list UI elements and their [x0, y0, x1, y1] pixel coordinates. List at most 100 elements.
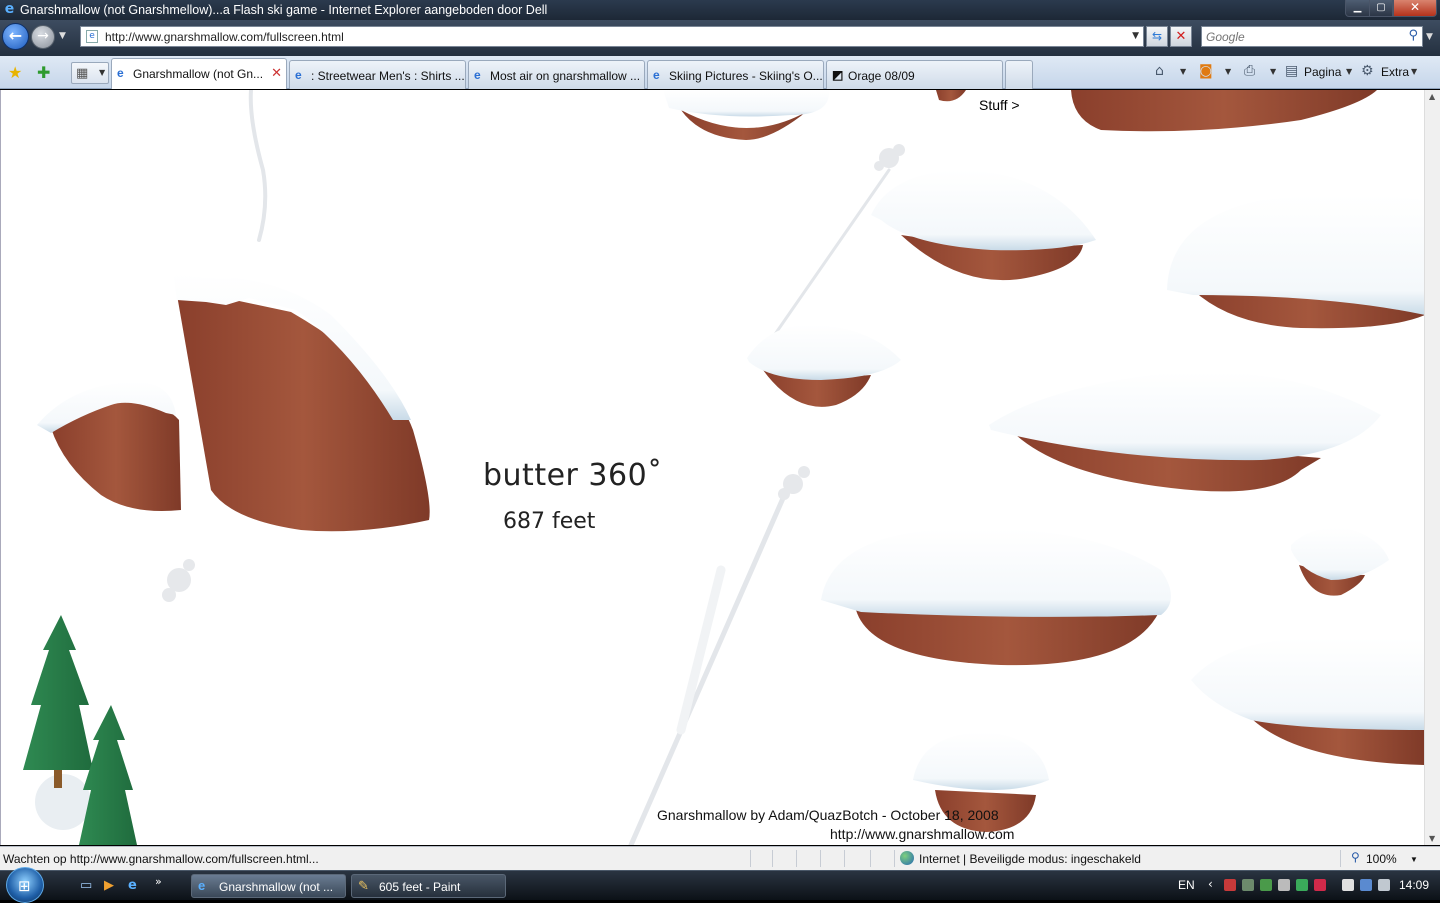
address-toolbar: ← → ▼ e http://www.gnarshmallow.com/full… — [0, 20, 1440, 56]
stop-icon: ✕ — [1175, 29, 1187, 44]
tools-dropdown-icon[interactable]: ▼ — [1411, 67, 1417, 76]
tray-app-icon[interactable] — [1278, 879, 1290, 891]
add-favorites-icon[interactable]: ✚ — [37, 63, 50, 82]
windows-taskbar: ⊞ ▭ ▶ e » e Gnarshmallow (not ... ✎ 605 … — [0, 867, 1440, 903]
page-icon: e — [86, 30, 98, 43]
zoom-icon[interactable]: ⚲ — [1351, 850, 1360, 864]
stop-button[interactable]: ✕ — [1170, 26, 1192, 47]
taskbar-item-label: Gnarshmallow (not ... — [219, 880, 334, 894]
tray-expand-icon[interactable]: ‹ — [1208, 877, 1213, 891]
tray-app-icon[interactable] — [1242, 879, 1254, 891]
tray-app-icon[interactable] — [1314, 879, 1326, 891]
page-menu-dropdown-icon[interactable]: ▼ — [1346, 67, 1352, 76]
media-player-icon[interactable]: ▶ — [104, 878, 114, 893]
maximize-button[interactable]: ▢ — [1369, 0, 1393, 17]
security-zone-text[interactable]: Internet | Beveiligde modus: ingeschakel… — [919, 852, 1141, 866]
zoom-dropdown-icon[interactable]: ▼ — [1410, 855, 1418, 864]
refresh-icon: ⇆ — [1151, 29, 1163, 43]
credit-url[interactable]: http://www.gnarshmallow.com — [830, 826, 1014, 842]
tab-list-dropdown-icon[interactable]: ▼ — [99, 68, 105, 77]
status-divider — [1340, 850, 1341, 867]
feeds-icon[interactable]: ◙ — [1199, 63, 1213, 79]
feeds-dropdown-icon[interactable]: ▼ — [1225, 67, 1231, 76]
tab-most-air[interactable]: e Most air on gnarshmallow ... — [468, 60, 645, 89]
status-divider — [870, 850, 871, 867]
orage-icon: ◩ — [832, 68, 844, 82]
new-tab-button[interactable] — [1005, 60, 1033, 89]
tray-app-icon[interactable] — [1260, 879, 1272, 891]
tab-label: Orage 08/09 — [848, 69, 915, 83]
tab-label: Skiing Pictures - Skiing's O... — [669, 69, 823, 83]
tab-close-icon[interactable]: ✕ — [271, 65, 282, 81]
taskbar-item-paint[interactable]: ✎ 605 feet - Paint — [351, 874, 506, 898]
window-title-bar[interactable]: e Gnarshmallow (not Gnarshmellow)...a Fl… — [0, 0, 1440, 20]
tab-label: Gnarshmallow (not Gn... — [133, 67, 264, 81]
tab-gnarshmallow[interactable]: e Gnarshmallow (not Gn... ✕ — [111, 58, 287, 89]
snow-mounds — [663, 90, 1424, 832]
recent-pages-dropdown[interactable]: ▼ — [59, 31, 66, 41]
taskbar-item-label: 605 feet - Paint — [379, 880, 461, 894]
address-dropdown-icon[interactable]: ▼ — [1132, 31, 1139, 41]
scroll-up-icon[interactable]: ▲ — [1429, 92, 1435, 101]
home-dropdown-icon[interactable]: ▼ — [1180, 67, 1186, 76]
ie-page-icon: e — [117, 66, 124, 80]
credit-text: Gnarshmallow by Adam/QuazBotch - October… — [657, 807, 999, 823]
taskbar-item-ie[interactable]: e Gnarshmallow (not ... — [191, 874, 346, 898]
network-icon[interactable] — [1360, 879, 1372, 891]
trick-distance: 687 feet — [503, 509, 596, 534]
ie-logo-icon: e — [4, 1, 15, 17]
start-button[interactable]: ⊞ — [6, 867, 44, 903]
game-viewport[interactable]: butter 360˚ 687 feet Stuff > Gnarshmallo… — [0, 90, 1424, 845]
home-icon[interactable]: ⌂ — [1155, 63, 1164, 79]
tab-label: Most air on gnarshmallow ... — [490, 69, 641, 83]
status-divider — [750, 850, 751, 867]
tray-app-icon[interactable] — [1296, 879, 1308, 891]
ie-page-icon: e — [295, 68, 302, 82]
tools-menu-button[interactable]: Extra — [1381, 65, 1409, 79]
zoom-level[interactable]: 100% — [1366, 852, 1397, 866]
vertical-scrollbar[interactable]: ▲ ▼ — [1424, 90, 1440, 845]
back-button[interactable]: ← — [2, 23, 29, 50]
stuff-link[interactable]: Stuff > — [979, 97, 1020, 113]
tab-streetwear[interactable]: e : Streetwear Men's : Shirts ... — [289, 60, 466, 89]
search-field[interactable]: ⚲ — [1201, 26, 1423, 47]
clock[interactable]: 14:09 — [1399, 878, 1429, 892]
scroll-down-icon[interactable]: ▼ — [1429, 834, 1435, 843]
trick-name: butter 360˚ — [483, 458, 663, 493]
tab-skiing-pictures[interactable]: e Skiing Pictures - Skiing's O... — [647, 60, 824, 89]
tray-app-icon[interactable] — [1224, 879, 1236, 891]
minimize-button[interactable]: ▁ — [1345, 0, 1370, 17]
search-input[interactable] — [1206, 29, 1396, 44]
show-desktop-icon[interactable]: ▭ — [80, 878, 92, 893]
internet-zone-globe-icon[interactable] — [900, 851, 914, 865]
print-icon[interactable]: ⎙ — [1244, 63, 1255, 79]
close-button[interactable]: ✕ — [1393, 0, 1437, 17]
windows-flag-icon: ⊞ — [18, 877, 31, 895]
refresh-button[interactable]: ⇆ — [1146, 26, 1168, 47]
tab-label: : Streetwear Men's : Shirts ... — [311, 69, 465, 83]
quick-tabs-icon: ▦ — [76, 66, 89, 81]
forward-button[interactable]: → — [31, 25, 55, 49]
tab-bar: ★ ✚ ▦ ▼ e Gnarshmallow (not Gn... ✕ e : … — [0, 56, 1440, 89]
search-icon[interactable]: ⚲ — [1408, 28, 1418, 43]
quicklaunch-overflow-icon[interactable]: » — [155, 875, 162, 888]
status-divider — [772, 850, 773, 867]
page-menu-button[interactable]: Pagina — [1304, 65, 1341, 79]
forward-arrow-icon: → — [37, 28, 49, 44]
window-title: Gnarshmallow (not Gnarshmellow)...a Flas… — [20, 3, 548, 17]
ie-quicklaunch-icon[interactable]: e — [128, 878, 137, 893]
status-divider — [844, 850, 845, 867]
search-options-dropdown[interactable]: ▼ — [1426, 32, 1433, 42]
print-dropdown-icon[interactable]: ▼ — [1270, 67, 1276, 76]
address-field[interactable]: e http://www.gnarshmallow.com/fullscreen… — [80, 26, 1144, 47]
cliff-rock — [37, 272, 430, 532]
paint-icon: ✎ — [358, 878, 369, 893]
tray-app-icon[interactable] — [1342, 879, 1354, 891]
pine-trees — [23, 615, 137, 845]
volume-icon[interactable] — [1378, 879, 1390, 891]
quick-tabs-button[interactable]: ▦ ▼ — [71, 62, 109, 84]
tab-orage[interactable]: ◩ Orage 08/09 — [826, 60, 1003, 89]
favorites-star-icon[interactable]: ★ — [8, 63, 22, 82]
address-url[interactable]: http://www.gnarshmallow.com/fullscreen.h… — [105, 30, 344, 44]
language-indicator[interactable]: EN — [1178, 878, 1195, 892]
